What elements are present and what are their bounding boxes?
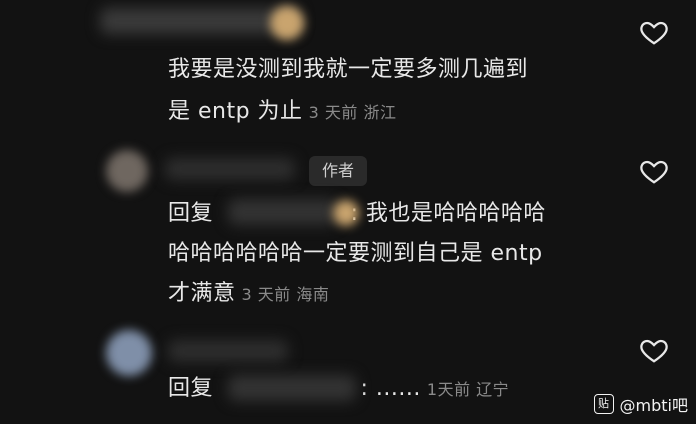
avatar-3-blurred[interactable] (106, 330, 152, 376)
like-heart-icon-2[interactable] (637, 156, 671, 186)
reply-label-3: 回复 (168, 376, 214, 401)
comment-1-line-1: 我要是没测到我就一定要多测几遍到 (168, 57, 529, 82)
comment-2-line-3: 才满意 3 天前 海南 (168, 273, 329, 316)
avatar-1-blurred[interactable] (270, 6, 304, 40)
comment-2-text-3: 才满意 (168, 281, 236, 306)
reply-target-3-blurred (228, 375, 356, 401)
comment-3-time: 1天前 (426, 380, 471, 399)
watermark: 贴 @mbti吧 (593, 392, 688, 416)
reply-target-2-avatar-blurred (333, 200, 359, 226)
reply-target-2-blurred (228, 199, 338, 225)
comment-1-location: 浙江 (363, 103, 397, 122)
like-heart-icon-3[interactable] (637, 335, 671, 365)
author-badge: 作者 (309, 156, 367, 186)
reply-label-2: 回复 (168, 201, 214, 226)
username-3-blurred (168, 340, 288, 362)
watermark-text: @mbti吧 (619, 396, 688, 415)
tieba-logo-icon: 贴 (593, 394, 614, 414)
comment-1-time: 3 天前 (308, 103, 358, 122)
comment-1-line-2: 是 entp 为止 3 天前 浙江 (168, 91, 396, 134)
comment-3-location: 辽宁 (476, 380, 510, 399)
comment-2-time: 3 天前 (241, 285, 291, 304)
username-2-blurred (165, 158, 295, 180)
comment-2-text-1: : 我也是哈哈哈哈哈 (350, 201, 546, 226)
avatar-2-blurred[interactable] (106, 150, 148, 192)
comment-2-line-2: 哈哈哈哈哈哈一定要测到自己是 entp (168, 241, 543, 266)
comment-1-text: 是 entp 为止 (168, 99, 303, 124)
comment-3-text: : ...... (360, 376, 421, 401)
comment-2-location: 海南 (296, 285, 330, 304)
like-heart-icon-1[interactable] (637, 17, 671, 47)
